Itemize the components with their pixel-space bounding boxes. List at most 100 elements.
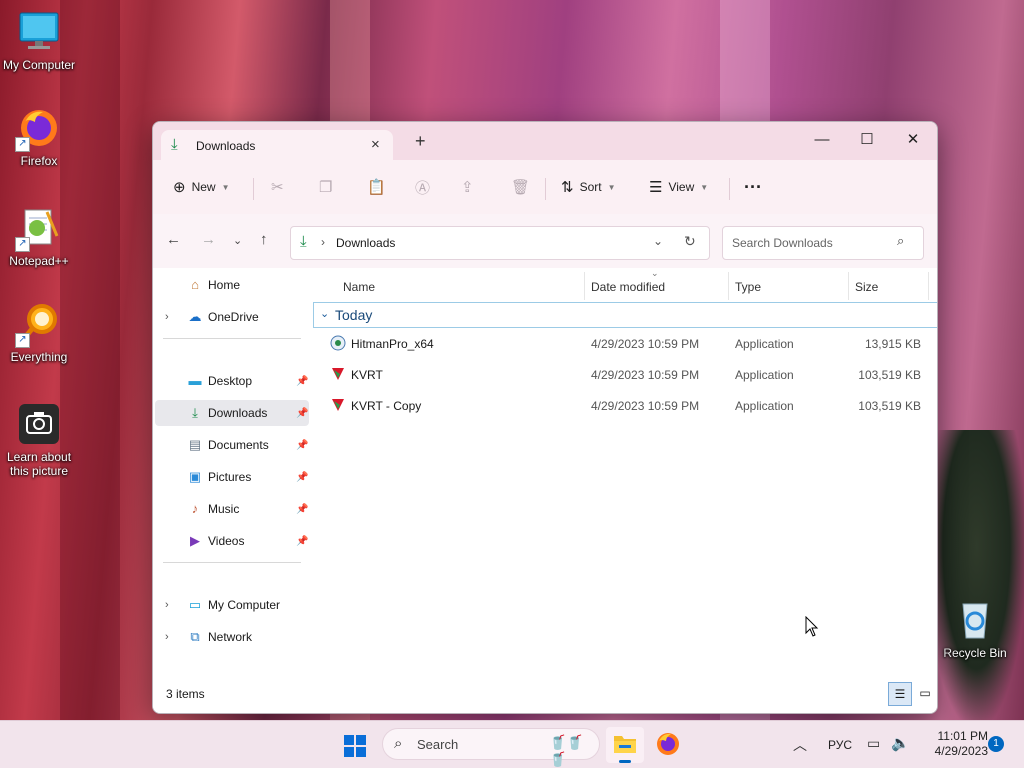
sidebar-item-music[interactable]: ♪ Music 📌	[155, 496, 309, 522]
file-explorer-window: ⤓ Downloads × + — ☐ ✕ ⊕ New ▼ ✂ ❐ 📋 Ⓐ ⇪ …	[152, 121, 938, 714]
start-button[interactable]	[343, 734, 367, 758]
sidebar-item-home[interactable]: ⌂ Home	[155, 272, 309, 298]
close-tab-icon[interactable]: ×	[371, 136, 380, 153]
refresh-icon[interactable]: ↻	[684, 233, 696, 250]
divider	[545, 178, 546, 200]
rename-button[interactable]: Ⓐ	[415, 174, 430, 200]
pin-icon[interactable]: 📌	[296, 536, 308, 547]
desktop-icon-firefox[interactable]: ↗ Firefox	[1, 106, 77, 168]
close-window-button[interactable]: ✕	[891, 126, 935, 154]
camera-icon	[17, 402, 61, 446]
notification-badge[interactable]: 1	[988, 736, 1004, 752]
view-label: View	[668, 180, 695, 194]
shortcut-arrow-icon: ↗	[15, 137, 30, 152]
copy-button[interactable]: ❐	[319, 174, 332, 200]
details-view-icon[interactable]: ☰	[888, 682, 912, 706]
desktop-icon-label: Learn about this picture	[6, 450, 72, 478]
taskbar-firefox[interactable]	[655, 731, 681, 757]
back-arrow-icon[interactable]: ←	[166, 231, 181, 248]
search-icon: ⌕	[897, 233, 905, 248]
sidebar-item-desktop[interactable]: ▬ Desktop 📌	[155, 368, 309, 394]
firefox-icon	[657, 733, 679, 755]
sidebar-item-onedrive[interactable]: › ☁ OneDrive	[155, 304, 309, 330]
expand-chevron-icon[interactable]: ›	[165, 599, 169, 611]
address-bar[interactable]: ⤓ › Downloads ⌄ ↻	[290, 226, 710, 260]
taskbar-file-explorer[interactable]	[606, 727, 644, 763]
share-button[interactable]: ⇪	[461, 174, 474, 200]
sidebar-item-videos[interactable]: ▶ Videos 📌	[155, 528, 309, 554]
pin-icon[interactable]: 📌	[296, 376, 308, 387]
minimize-button[interactable]: —	[800, 126, 844, 154]
sidebar-item-pictures[interactable]: ▣ Pictures 📌	[155, 464, 309, 490]
desktop-icon-recycle-bin[interactable]: Recycle Bin	[937, 598, 1013, 660]
breadcrumb[interactable]: Downloads	[336, 236, 395, 250]
show-hidden-icons-chevron-icon[interactable]: ︿	[793, 735, 807, 755]
maximize-button[interactable]: ☐	[845, 126, 889, 154]
cut-button[interactable]: ✂	[271, 174, 284, 200]
more-options-button[interactable]: ···	[744, 174, 762, 200]
notepadpp-icon: ↗	[15, 206, 61, 252]
new-tab-button[interactable]: +	[415, 132, 426, 150]
column-divider[interactable]	[848, 272, 849, 300]
pin-icon[interactable]: 📌	[296, 504, 308, 515]
sidebar-item-my-computer[interactable]: › ▭ My Computer	[155, 592, 309, 618]
column-header-date-modified[interactable]: Date modified	[591, 280, 665, 294]
expand-chevron-icon[interactable]: ›	[165, 311, 169, 323]
new-button[interactable]: ⊕ New ▼	[173, 174, 230, 200]
computer-icon: ▭	[188, 597, 202, 612]
cloud-icon: ☁	[188, 309, 202, 324]
collapse-chevron-icon: ⌄	[320, 308, 330, 320]
shortcut-arrow-icon: ↗	[15, 237, 30, 252]
network-icon[interactable]: ▭	[867, 735, 880, 752]
file-row[interactable]: HitmanPro_x64 4/29/2023 10:59 PM Applica…	[313, 330, 937, 356]
column-divider[interactable]	[928, 272, 929, 300]
column-divider[interactable]	[728, 272, 729, 300]
large-icons-view-icon[interactable]: ▭	[915, 682, 935, 704]
view-lines-icon: ☰	[649, 179, 663, 196]
download-arrow-icon: ⤓	[171, 136, 178, 153]
delete-button[interactable]: 🗑	[511, 174, 530, 200]
share-icon: ⇪	[461, 179, 474, 196]
volume-icon[interactable]: 🔈	[891, 734, 910, 752]
file-row[interactable]: KVRT 4/29/2023 10:59 PM Application 103,…	[313, 361, 937, 387]
column-header-type[interactable]: Type	[735, 280, 761, 294]
column-divider[interactable]	[584, 272, 585, 300]
divider	[163, 562, 301, 563]
pin-icon[interactable]: 📌	[296, 408, 308, 419]
windows-logo-icon	[344, 735, 366, 757]
expand-chevron-icon[interactable]: ›	[165, 631, 169, 643]
view-button[interactable]: ☰ View ▼	[649, 174, 708, 200]
sidebar-item-downloads[interactable]: ⤓ Downloads 📌	[155, 400, 309, 426]
file-row[interactable]: KVRT - Copy 4/29/2023 10:59 PM Applicati…	[313, 392, 937, 418]
sidebar-item-network[interactable]: › ⧉ Network	[155, 624, 309, 650]
input-language[interactable]: РУС	[828, 738, 852, 752]
search-input[interactable]: Search Downloads	[732, 236, 833, 250]
address-dropdown-icon[interactable]: ⌄	[653, 234, 663, 248]
desktop-icon-my-computer[interactable]: My Computer	[1, 10, 77, 72]
column-header-name[interactable]: Name	[343, 280, 375, 294]
file-date: 4/29/2023 10:59 PM	[591, 399, 700, 413]
picture-icon: ▣	[188, 469, 202, 484]
tab-downloads[interactable]: ⤓ Downloads ×	[161, 130, 393, 160]
clock[interactable]: 11:01 PM 4/29/2023	[918, 729, 988, 759]
recycle-bin-icon	[953, 598, 997, 642]
taskbar-search[interactable]: ⌕ Search 🥤🥤🥤	[382, 728, 600, 767]
firefox-icon: ↗	[15, 106, 61, 152]
column-header-size[interactable]: Size	[855, 280, 878, 294]
up-arrow-icon[interactable]: ↑	[260, 231, 268, 248]
sidebar-item-label: Downloads	[208, 406, 268, 420]
sort-button[interactable]: ⇅ Sort ▼	[561, 174, 616, 200]
paste-button[interactable]: 📋	[367, 174, 386, 200]
active-indicator	[619, 760, 631, 763]
sidebar-item-documents[interactable]: ▤ Documents 📌	[155, 432, 309, 458]
sidebar-item-label: My Computer	[208, 598, 281, 612]
recent-locations-chevron-icon[interactable]: ⌄	[233, 234, 242, 247]
pin-icon[interactable]: 📌	[296, 472, 308, 483]
desktop-icon-learn-picture[interactable]: Learn about this picture	[1, 402, 77, 478]
pin-icon[interactable]: 📌	[296, 440, 308, 451]
desktop-icon-everything[interactable]: ↗ Everything	[1, 302, 77, 364]
forward-arrow-icon[interactable]: →	[201, 231, 216, 248]
desktop-icon-notepadpp[interactable]: ↗ Notepad++	[1, 206, 77, 268]
group-header-today[interactable]: ⌄ Today	[313, 302, 937, 328]
search-box[interactable]: Search Downloads ⌕	[722, 226, 924, 260]
